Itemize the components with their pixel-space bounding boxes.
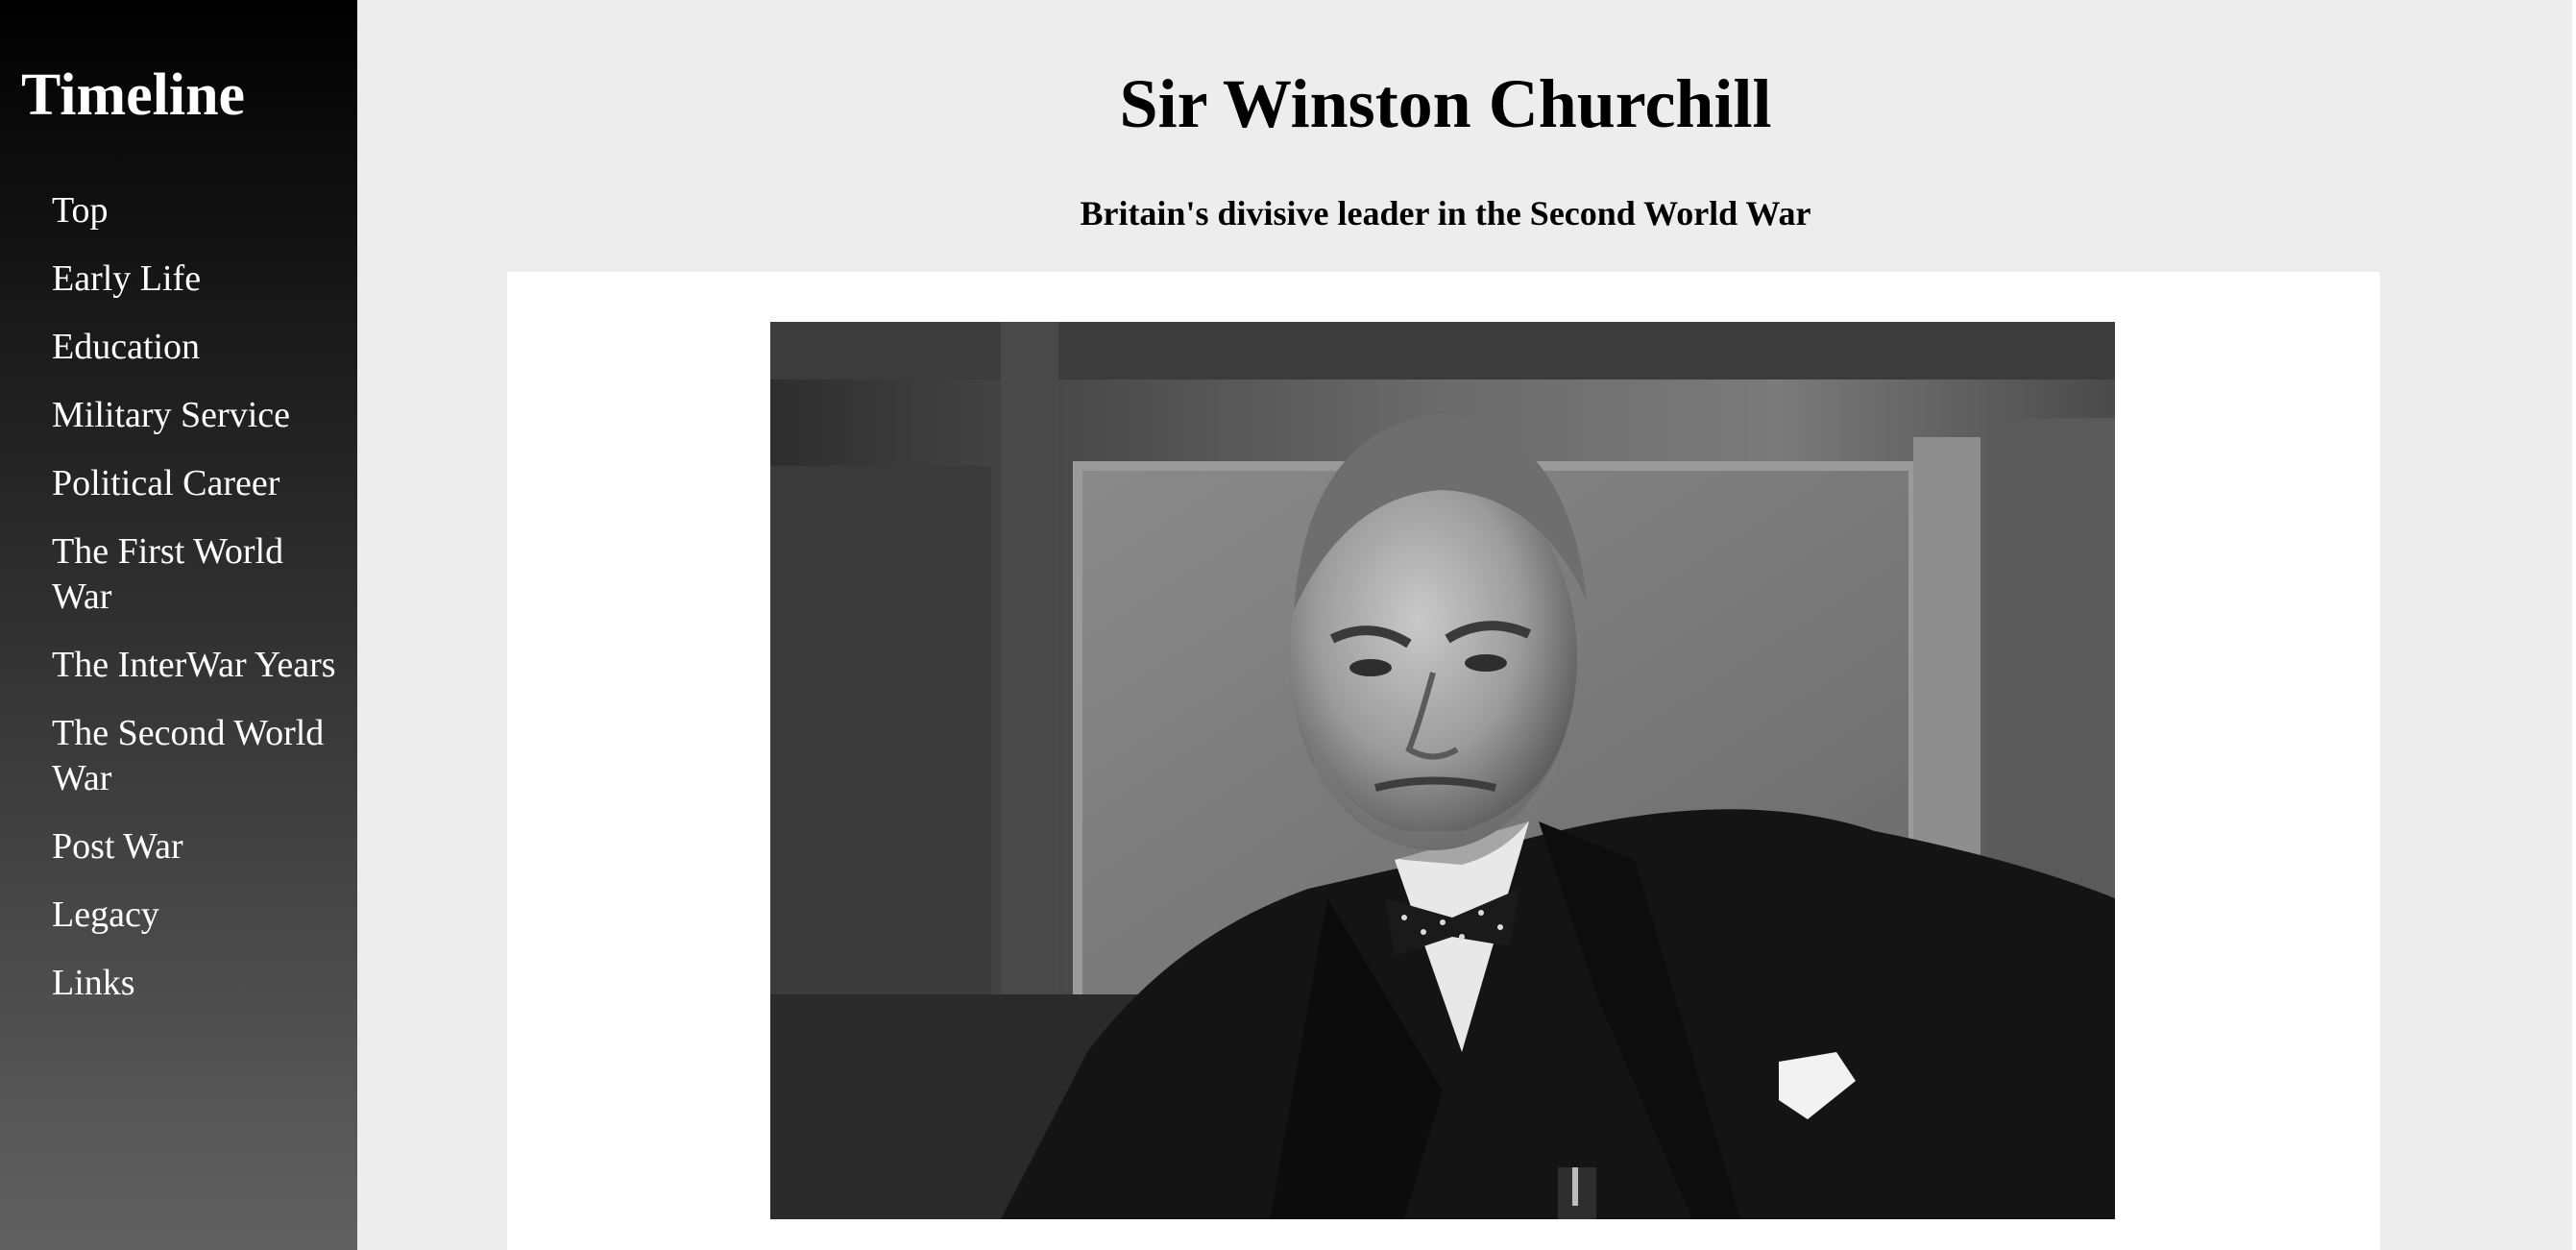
nav-link-top[interactable]: Top	[52, 188, 340, 233]
portrait-photo	[770, 322, 2115, 1219]
page-title: Sir Winston Churchill	[1119, 65, 1772, 142]
nav-link-interwar-years[interactable]: The InterWar Years	[52, 643, 340, 688]
nav-link-legacy[interactable]: Legacy	[52, 893, 340, 938]
main-content: Sir Winston Churchill Britain's divisive…	[357, 0, 2576, 1250]
nav-link-post-war[interactable]: Post War	[52, 824, 340, 870]
nav-link-military-service[interactable]: Military Service	[52, 393, 340, 438]
nav-link-second-world-war[interactable]: The Second World War	[52, 711, 340, 801]
sidebar-nav: Top Early Life Education Military Servic…	[52, 188, 340, 1029]
nav-link-education[interactable]: Education	[52, 325, 340, 370]
content-panel	[507, 272, 2380, 1250]
sidebar-title: Timeline	[21, 62, 246, 128]
nav-link-first-world-war[interactable]: The First World War	[52, 529, 340, 620]
page: Timeline Top Early Life Education Milita…	[0, 0, 2576, 1250]
page-subtitle: Britain's divisive leader in the Second …	[1080, 194, 1811, 233]
window-right-edge	[2572, 0, 2576, 1250]
nav-link-early-life[interactable]: Early Life	[52, 257, 340, 302]
portrait-illustration	[770, 322, 2115, 1219]
sidebar: Timeline Top Early Life Education Milita…	[0, 0, 357, 1250]
nav-link-political-career[interactable]: Political Career	[52, 461, 340, 506]
nav-link-links[interactable]: Links	[52, 961, 340, 1006]
